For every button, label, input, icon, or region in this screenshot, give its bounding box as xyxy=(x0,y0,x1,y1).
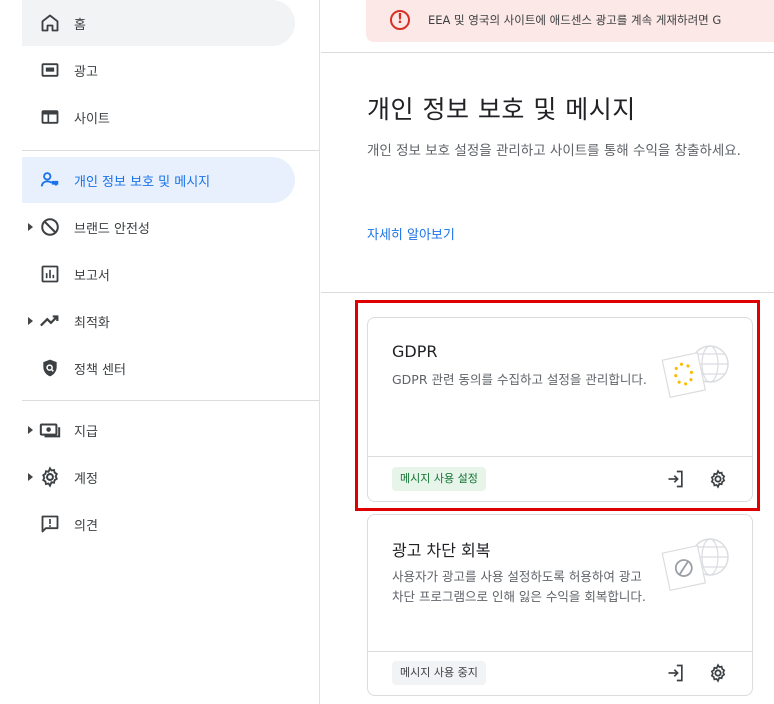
banner-text: EEA 및 영국의 사이트에 애드센스 광고를 계속 게재하려면 G xyxy=(428,13,722,27)
gear-icon[interactable] xyxy=(706,661,730,685)
section-divider xyxy=(321,292,774,293)
warning-icon: ! xyxy=(390,10,410,30)
sidebar-item-label: 지급 xyxy=(74,424,98,440)
sidebar-item-label: 홈 xyxy=(74,17,86,33)
privacy-messaging-icon xyxy=(39,169,61,191)
sidebar: 홈 광고 사이트 개인 정보 보호 및 메시지 브랜드 안전성 보고서 최적화 … xyxy=(0,0,320,704)
sidebar-item-label: 광고 xyxy=(74,64,98,80)
policy-shield-icon xyxy=(39,357,61,379)
sidebar-item-label: 브랜드 안전성 xyxy=(74,221,150,237)
sidebar-item-label: 의견 xyxy=(74,518,98,534)
expand-caret-icon xyxy=(28,223,33,231)
sidebar-item-label: 사이트 xyxy=(74,111,110,127)
sidebar-divider xyxy=(22,150,319,151)
gdpr-card-highlight xyxy=(355,300,760,511)
sidebar-item-label: 최적화 xyxy=(74,315,110,331)
card-description: 사용자가 광고를 사용 설정하도록 허용하여 광고 차단 프로그램으로 인해 잃… xyxy=(392,569,646,604)
feedback-icon xyxy=(39,513,61,535)
sidebar-item-payments[interactable]: 지급 xyxy=(22,407,295,453)
ads-icon xyxy=(39,59,61,81)
learn-more-link[interactable]: 자세히 알아보기 xyxy=(367,224,455,243)
reports-icon xyxy=(39,263,61,285)
sidebar-item-policy-center[interactable]: 정책 센터 xyxy=(22,345,295,391)
card-title: 광고 차단 회복 xyxy=(392,541,491,560)
sidebar-item-sites[interactable]: 사이트 xyxy=(22,94,295,140)
expand-caret-icon xyxy=(28,317,33,325)
sidebar-item-label: 정책 센터 xyxy=(74,362,126,378)
sidebar-item-brand-safety[interactable]: 브랜드 안전성 xyxy=(22,204,295,250)
home-icon xyxy=(39,12,61,34)
ad-blocking-recovery-card[interactable]: 광고 차단 회복 사용자가 광고를 사용 설정하도록 허용하여 광고 차단 프로… xyxy=(367,514,753,696)
sidebar-item-optimization[interactable]: 최적화 xyxy=(22,298,295,344)
sidebar-item-feedback[interactable]: 의견 xyxy=(22,501,295,547)
sidebar-item-label: 보고서 xyxy=(74,268,110,284)
sidebar-item-ads[interactable]: 광고 xyxy=(22,47,295,93)
expand-caret-icon xyxy=(28,473,33,481)
block-icon xyxy=(39,216,61,238)
sidebar-divider xyxy=(22,400,319,401)
payments-icon xyxy=(39,419,61,441)
eea-warning-banner[interactable]: ! EEA 및 영국의 사이트에 애드센스 광고를 계속 게재하려면 G xyxy=(366,0,774,42)
trending-up-icon xyxy=(39,310,61,332)
sidebar-item-account[interactable]: 계정 xyxy=(22,454,295,500)
status-badge: 메시지 사용 중지 xyxy=(392,661,486,685)
header-divider xyxy=(321,52,774,53)
open-in-icon[interactable] xyxy=(664,661,688,685)
expand-caret-icon xyxy=(28,426,33,434)
page-title: 개인 정보 보호 및 메시지 xyxy=(367,95,636,124)
sidebar-item-label: 계정 xyxy=(74,471,98,487)
page-description: 개인 정보 보호 설정을 관리하고 사이트를 통해 수익을 창출하세요. xyxy=(367,143,741,159)
card-footer-divider xyxy=(368,651,752,652)
sidebar-item-privacy-messaging[interactable]: 개인 정보 보호 및 메시지 xyxy=(22,157,295,203)
page: 홈 광고 사이트 개인 정보 보호 및 메시지 브랜드 안전성 보고서 최적화 … xyxy=(0,0,774,704)
sidebar-item-reports[interactable]: 보고서 xyxy=(22,251,295,297)
sidebar-item-label: 개인 정보 보호 및 메시지 xyxy=(74,174,211,190)
sidebar-item-home[interactable]: 홈 xyxy=(22,0,295,46)
ad-blocking-illustration-icon xyxy=(660,533,732,603)
gear-icon xyxy=(39,466,61,488)
sites-icon xyxy=(39,106,61,128)
